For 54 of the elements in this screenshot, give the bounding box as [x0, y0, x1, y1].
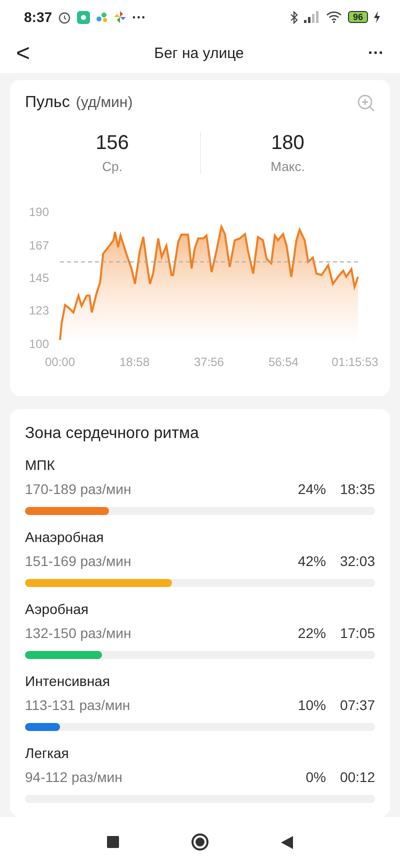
zone-name: МПК — [25, 457, 56, 474]
stat-value: 180 — [271, 132, 304, 156]
home-button[interactable] — [191, 833, 209, 852]
unit-label: (уд/мин) — [76, 94, 133, 112]
recents-button[interactable] — [107, 836, 119, 848]
zone-range: 170-189 раз/мин — [25, 481, 132, 498]
signal-icon — [304, 11, 320, 24]
zone-percent: 0% — [306, 769, 326, 786]
zone-time: 18:35 — [340, 481, 375, 498]
x-axis-label: 01:15:53 — [332, 355, 378, 370]
zone-percent: 42% — [298, 553, 326, 570]
back-button[interactable]: < — [16, 40, 30, 68]
zone-time: 17:05 — [340, 625, 375, 642]
zone-range: 132-150 раз/мин — [25, 625, 132, 642]
zone-time: 07:37 — [340, 697, 375, 714]
more-button[interactable]: ··· — [368, 44, 384, 63]
y-axis-label: 167 — [29, 238, 50, 253]
pinwheel-icon — [114, 11, 126, 24]
app-icon — [77, 10, 90, 24]
x-axis-label: 37:56 — [194, 355, 224, 370]
zone-percent: 22% — [298, 625, 326, 642]
x-axis-label: 18:58 — [119, 355, 150, 370]
status-time: 8:37 — [24, 9, 52, 26]
zone-range: 113-131 раз/мин — [25, 697, 130, 714]
stat-label: Ср. — [102, 159, 122, 174]
y-axis-label: 190 — [29, 205, 50, 220]
zone-name: Легкая — [25, 745, 70, 762]
x-axis-label: 56:54 — [268, 355, 298, 370]
zone-time: 00:12 — [340, 769, 375, 786]
charging-icon — [374, 11, 380, 24]
y-axis-label: 145 — [29, 271, 50, 286]
more-notifications: ··· — [132, 9, 146, 26]
back-nav-button[interactable] — [281, 836, 293, 849]
dots-app-icon — [96, 11, 108, 24]
stat-value: 156 — [96, 132, 129, 156]
zone-time: 32:03 — [340, 553, 375, 570]
alarm-icon — [58, 10, 72, 24]
zone-percent: 24% — [298, 481, 326, 498]
stat-label: Макс. — [270, 159, 305, 174]
zone-percent: 10% — [298, 697, 326, 714]
bluetooth-icon — [290, 10, 298, 24]
x-axis-label: 00:00 — [44, 355, 76, 370]
zone-name: Анаэробная — [25, 529, 105, 546]
card-title: Пульс — [25, 94, 70, 112]
wifi-icon — [326, 11, 342, 24]
zone-name: Аэробная — [25, 601, 90, 618]
y-axis-label: 100 — [29, 337, 50, 352]
page-title: Бег на улице — [154, 45, 244, 62]
battery-indicator: 96 — [348, 11, 368, 24]
card-title: Зона сердечного ритма — [25, 425, 199, 442]
y-axis-label: 123 — [29, 303, 50, 318]
zone-name: Интенсивная — [25, 673, 111, 690]
zone-range: 94-112 раз/мин — [25, 769, 122, 786]
zone-range: 151-169 раз/мин — [25, 553, 132, 570]
